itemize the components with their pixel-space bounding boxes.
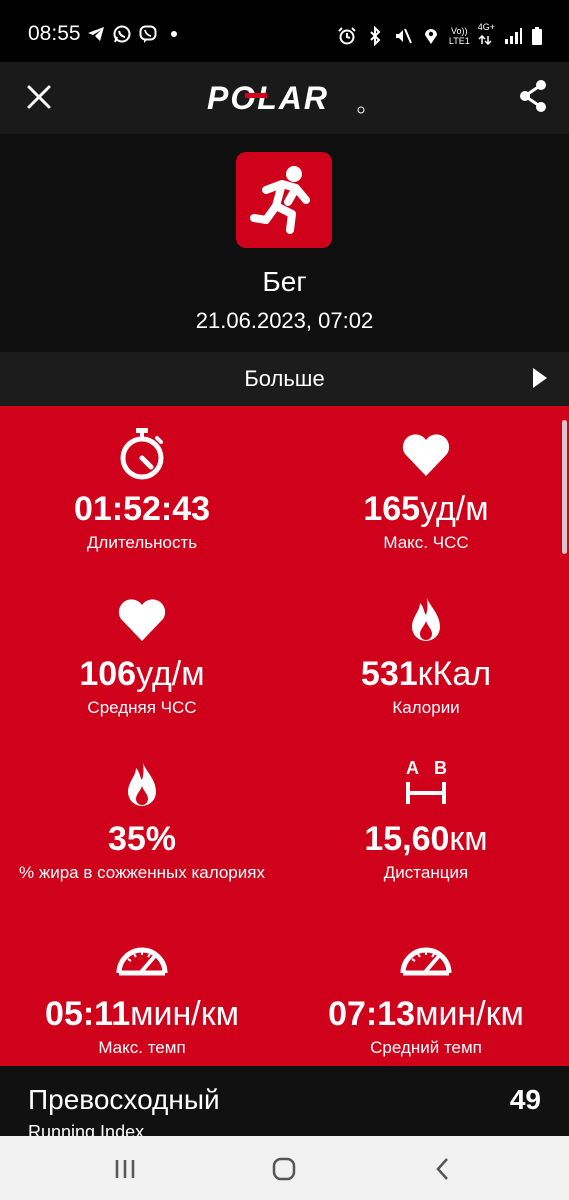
stat-value: 05:11мин/км: [45, 995, 239, 1033]
stat-value: 531кКал: [360, 655, 492, 693]
volte-icon: Vo)) LTE1: [449, 26, 470, 46]
signal-icon: [505, 28, 522, 44]
stat-value: 35%: [107, 820, 177, 858]
running-icon: [250, 166, 310, 234]
speedometer-icon: [400, 947, 452, 976]
stat-fat-percent: 35% % жира в сожженных калориях: [0, 756, 284, 883]
stat-avg-pace: 07:13мин/км Средний темп: [284, 931, 568, 1058]
share-icon[interactable]: [517, 78, 549, 114]
location-icon: [424, 29, 437, 44]
flame-icon: [128, 760, 156, 806]
stat-label: Макс. темп: [98, 1038, 186, 1057]
home-icon[interactable]: [269, 1154, 299, 1184]
more-label: Больше: [244, 366, 325, 391]
stat-distance: A B 15,60км Дистанция: [284, 756, 568, 883]
sport-badge: [236, 152, 332, 248]
running-index-row[interactable]: Превосходный Running Index 49: [0, 1066, 569, 1142]
flame-icon: [412, 595, 440, 641]
volte-top-text: Vo)): [451, 26, 468, 36]
logo-red-bar: [245, 93, 267, 98]
stat-label: Калории: [392, 698, 460, 717]
data-arrows-icon: [478, 34, 492, 46]
distance-letter-b: B: [434, 758, 447, 778]
back-icon[interactable]: [428, 1154, 458, 1184]
status-right-icons: Vo)) LTE1 4G+: [337, 22, 543, 50]
stat-max-pace: 05:11мин/км Макс. темп: [0, 931, 284, 1058]
heart-icon: [402, 434, 450, 476]
stat-label: Макс. ЧСС: [383, 533, 469, 552]
distance-letter-a: A: [406, 758, 419, 778]
stat-duration: 01:52:43 Длительность: [0, 426, 284, 553]
stat-value: 165уд/м: [363, 490, 489, 528]
recents-icon[interactable]: [110, 1154, 140, 1184]
status-bar: 08:55 Vo)) LTE1 4G+: [0, 0, 569, 62]
stats-panel: 01:52:43 Длительность 165уд/м Макс. ЧСС …: [0, 406, 569, 1066]
bluetooth-icon: [370, 26, 381, 46]
stat-calories: 531кКал Калории: [284, 591, 568, 718]
play-arrow-icon: [533, 368, 547, 388]
status-left-icons: [86, 24, 184, 44]
running-index-value: 49: [509, 1084, 541, 1115]
stat-value: 01:52:43: [73, 490, 211, 528]
distance-icon: A B: [406, 758, 447, 804]
stat-label: % жира в сожженных калориях: [19, 863, 265, 882]
activity-hero: Бег 21.06.2023, 07:02: [0, 134, 569, 352]
polar-logo: POLAR: [207, 80, 365, 116]
stopwatch-icon: [120, 428, 164, 480]
stat-value: 15,60км: [364, 820, 488, 858]
volte-bottom-text: LTE1: [448, 36, 470, 46]
net-top-text: 4G+: [477, 22, 495, 32]
mute-icon: [395, 28, 412, 44]
alarm-icon: [338, 27, 356, 45]
stat-max-hr: 165уд/м Макс. ЧСС: [284, 426, 568, 553]
4g-icon: 4G+: [478, 22, 495, 50]
stat-label: Средний темп: [370, 1038, 482, 1057]
stat-avg-hr: 106уд/м Средняя ЧСС: [0, 591, 284, 718]
battery-icon: [532, 27, 542, 45]
telegram-icon: [88, 27, 104, 41]
stat-value: 106уд/м: [79, 655, 205, 693]
scrollbar[interactable]: [562, 420, 567, 554]
stat-value: 07:13мин/км: [328, 995, 524, 1033]
speedometer-icon: [116, 947, 168, 976]
whatsapp-icon: [113, 25, 131, 43]
stat-label: Средняя ЧСС: [87, 698, 197, 717]
more-button[interactable]: Больше: [0, 352, 569, 406]
running-index-title: Превосходный: [28, 1084, 220, 1115]
sport-name: Бег: [262, 266, 307, 297]
status-time: 08:55: [28, 22, 81, 45]
heart-icon: [118, 599, 166, 641]
logo-text: POLAR: [207, 80, 329, 116]
close-icon[interactable]: [22, 80, 56, 114]
activity-date: 21.06.2023, 07:02: [195, 308, 374, 333]
app-header: POLAR: [0, 62, 569, 134]
stat-label: Длительность: [86, 533, 198, 552]
dot-icon: [171, 31, 177, 37]
viber-icon: [139, 25, 157, 43]
system-nav-bar: [0, 1136, 569, 1200]
stat-label: Дистанция: [383, 863, 469, 882]
